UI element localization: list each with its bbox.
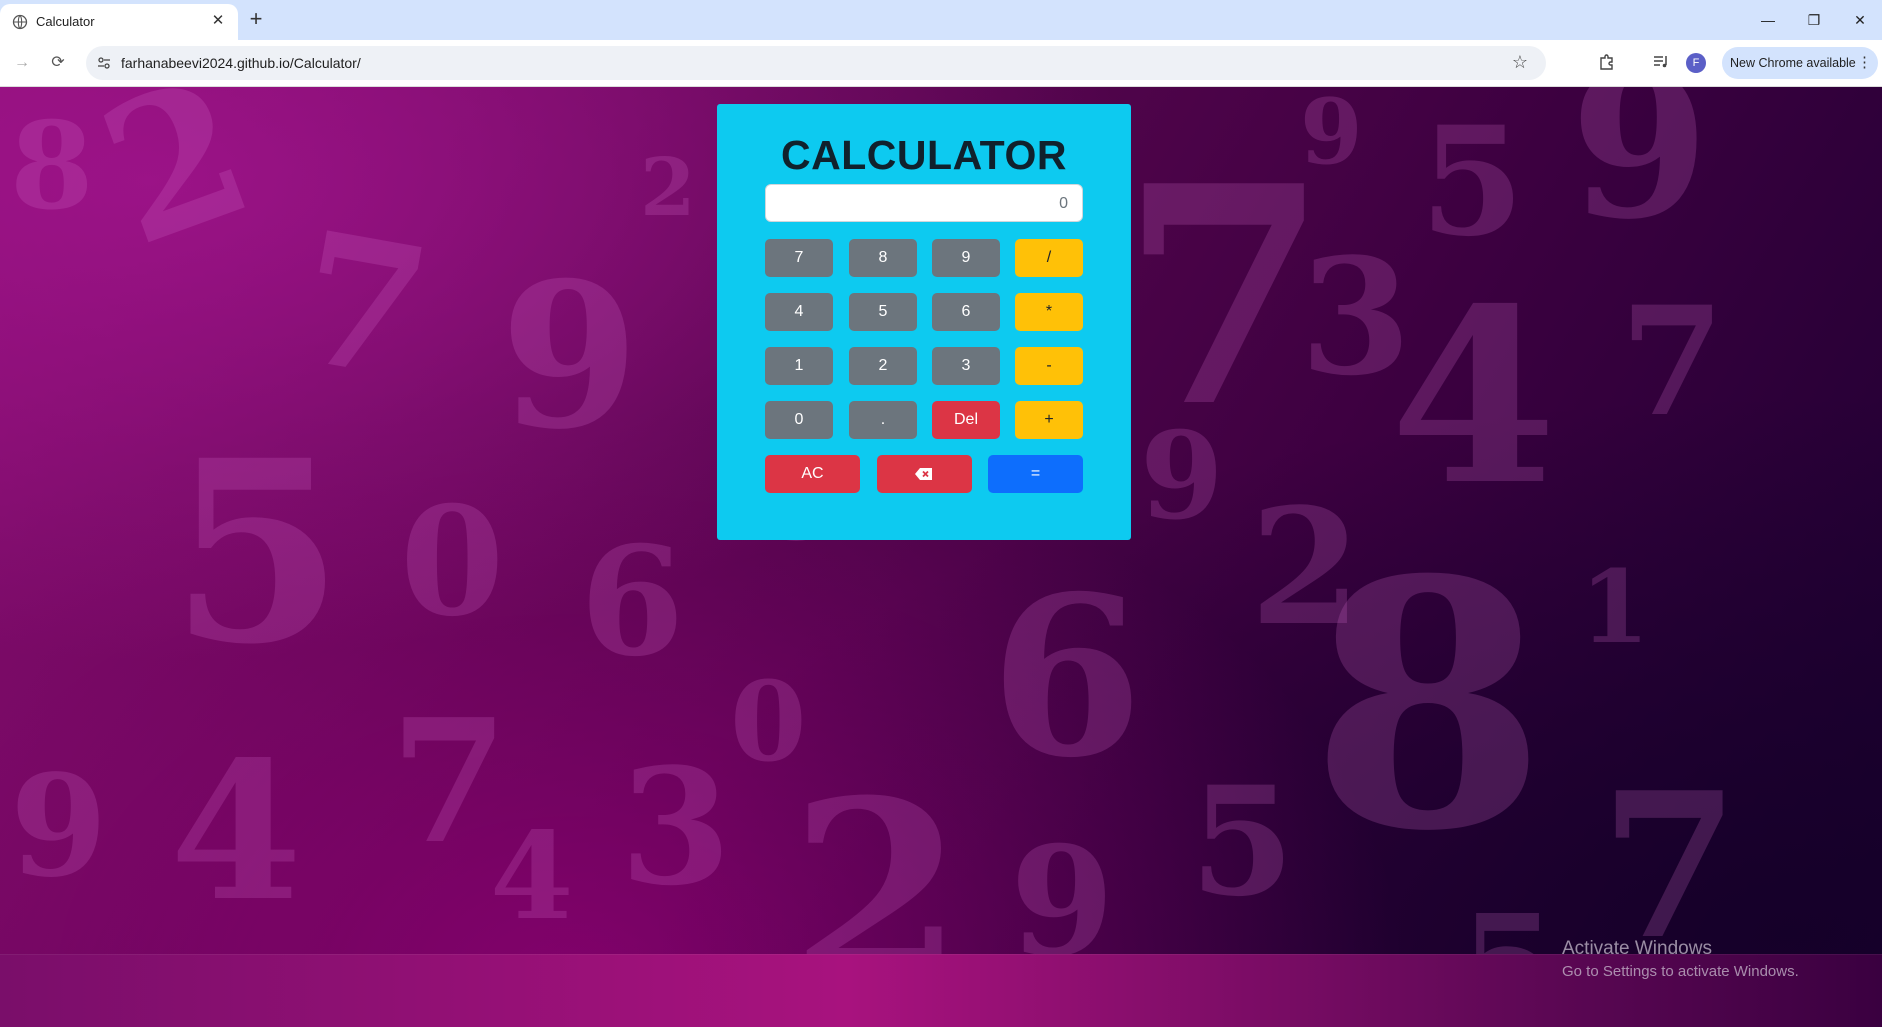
menu-dots-icon[interactable]: ⋮ xyxy=(1857,53,1872,71)
close-window-button[interactable]: ✕ xyxy=(1845,8,1875,32)
backspace-button[interactable] xyxy=(877,455,972,493)
key-0[interactable]: 0 xyxy=(765,401,833,439)
profile-avatar[interactable]: F xyxy=(1686,53,1706,73)
key-2[interactable]: 2 xyxy=(849,347,917,385)
activate-windows-subtitle: Go to Settings to activate Windows. xyxy=(1562,963,1799,980)
browser-toolbar: → ⟳ farhanabeevi2024.github.io/Calculato… xyxy=(0,40,1882,87)
delete-button[interactable]: Del xyxy=(932,401,1000,439)
key-8[interactable]: 8 xyxy=(849,239,917,277)
new-tab-button[interactable]: + xyxy=(244,8,268,32)
media-control-icon[interactable] xyxy=(1650,51,1672,73)
extensions-icon[interactable] xyxy=(1596,51,1618,73)
restore-button[interactable]: ❐ xyxy=(1799,8,1829,32)
calculator-display[interactable]: 0 xyxy=(765,184,1083,222)
calculator-title: CALCULATOR xyxy=(781,132,1067,178)
multiply-button[interactable]: * xyxy=(1015,293,1083,331)
minus-button[interactable]: - xyxy=(1015,347,1083,385)
key-1[interactable]: 1 xyxy=(765,347,833,385)
url-text[interactable]: farhanabeevi2024.github.io/Calculator/ xyxy=(121,55,361,71)
key-9[interactable]: 9 xyxy=(932,239,1000,277)
plus-button[interactable]: + xyxy=(1015,401,1083,439)
key-6[interactable]: 6 xyxy=(932,293,1000,331)
tab-calculator[interactable]: Calculator ✕ xyxy=(0,4,238,40)
all-clear-button[interactable]: AC xyxy=(765,455,860,493)
activate-windows-title: Activate Windows xyxy=(1562,938,1712,959)
tab-title: Calculator xyxy=(36,14,95,29)
reload-icon[interactable]: ⟳ xyxy=(46,51,70,75)
update-chrome-button[interactable]: New Chrome available ⋮ xyxy=(1722,47,1878,79)
tab-strip: Calculator ✕ + — ❐ ✕ xyxy=(0,0,1882,40)
key-5[interactable]: 5 xyxy=(849,293,917,331)
key-4[interactable]: 4 xyxy=(765,293,833,331)
decimal-button[interactable]: . xyxy=(849,401,917,439)
globe-icon xyxy=(12,14,28,30)
equals-button[interactable]: = xyxy=(988,455,1083,493)
update-label: New Chrome available xyxy=(1730,56,1856,70)
site-info-icon[interactable] xyxy=(96,55,112,71)
back-arrow-icon[interactable]: → xyxy=(10,51,34,75)
close-tab-icon[interactable]: ✕ xyxy=(208,11,228,31)
address-bar[interactable]: farhanabeevi2024.github.io/Calculator/ ☆ xyxy=(86,46,1546,80)
divide-button[interactable]: / xyxy=(1015,239,1083,277)
backspace-icon xyxy=(915,468,932,480)
minimize-button[interactable]: — xyxy=(1753,8,1783,32)
calculator-panel: CALCULATOR 0 7 8 9 / 4 5 6 * 1 2 3 - 0 .… xyxy=(717,104,1131,540)
bookmark-star-icon[interactable]: ☆ xyxy=(1512,52,1528,73)
key-7[interactable]: 7 xyxy=(765,239,833,277)
key-3[interactable]: 3 xyxy=(932,347,1000,385)
